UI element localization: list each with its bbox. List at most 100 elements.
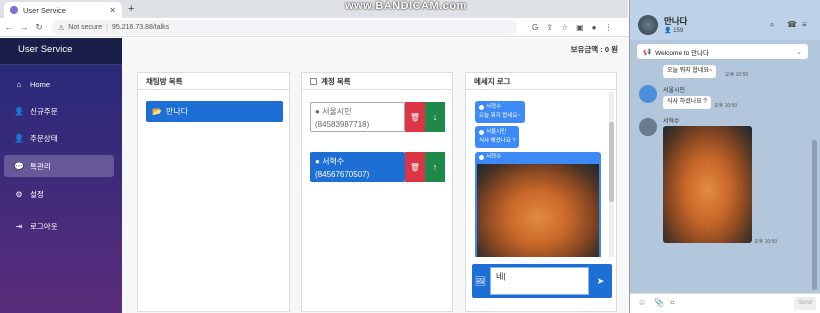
message-time: 오후 10:50 (725, 72, 749, 78)
message-log: 서혁수 오늘 뭐지 합네요~ 서울시민 식사 해셨나요 ? 서혁수 (471, 92, 612, 257)
sidebar-item-label: 주문상태 (30, 133, 58, 143)
message-bubble: 서울시민 식사 해셨나요 ? (475, 126, 520, 148)
main-content: 보유금액 : 0 원 채팅방 목록 📂 만나다 계정 목록 ● 서울시민 (84… (122, 38, 628, 313)
back-icon[interactable]: ← (3, 22, 15, 32)
sidebar: User Service ⌂ Home 👤 신규주문 👤 주문상태 💬 톡관리 … (0, 38, 122, 313)
send-icon: ➤ (596, 275, 605, 286)
sidebar-item-label: 설정 (30, 189, 44, 199)
message-text: 식사 해셨나요 ? (479, 138, 516, 144)
account-item[interactable]: ● 서울시민 (84583987718) 🗑 ↓ (310, 102, 445, 132)
account-name: 서혁수 (322, 157, 345, 166)
emoji-icon[interactable]: ☺ (638, 298, 646, 307)
avatar-icon (479, 105, 484, 110)
room-item[interactable]: 📂 만나다 (146, 101, 283, 122)
close-tab-icon[interactable]: ✕ (109, 6, 116, 15)
chat-icon: 💬 (14, 161, 24, 171)
message-time: 오후 10:50 (714, 103, 738, 109)
toolbar-icons: G ⇪ ☆ ▣ ● ⋮ (532, 20, 613, 35)
account-phone: (84567670507) (315, 170, 370, 179)
send-button[interactable]: ➤ (594, 272, 607, 290)
select-all-checkbox[interactable] (310, 77, 317, 85)
url-bar[interactable]: ⚠ Not secure | 95.216.73.88/talks (52, 20, 517, 35)
sidebar-item-order-status[interactable]: 👤 주문상태 (4, 127, 114, 149)
message-scrollbar[interactable] (609, 92, 614, 257)
share-icon[interactable]: ⇪ (546, 20, 553, 35)
google-icon[interactable]: G (532, 20, 538, 35)
panel-title: 채팅방 목록 (138, 73, 289, 90)
arrow-up-icon: ↑ (432, 162, 438, 172)
home-icon: ⌂ (16, 79, 22, 89)
food-photo[interactable] (477, 164, 599, 257)
chat-header: 만나다 👤 159 ⌕ ☎ ≡ (630, 0, 820, 40)
reload-icon[interactable]: ↻ (33, 22, 45, 33)
chat-message: 식사 하셨나요 ? (663, 96, 711, 109)
panel-title: 계정 목록 (321, 76, 351, 86)
delete-account-button[interactable]: 🗑 (405, 102, 425, 132)
account-info[interactable]: ● 서울시민 (84583987718) (310, 102, 405, 132)
account-avatar-icon: ● (315, 107, 320, 116)
sidebar-item-label: 신규주문 (30, 106, 58, 116)
image-message-header: 서혁수 (477, 152, 504, 163)
send-button[interactable]: Send (794, 297, 816, 310)
message-bubble: 서혁수 오늘 뭐지 합네요~ (475, 101, 525, 123)
room-name: 만나다 (165, 107, 189, 116)
avatar-icon (479, 155, 484, 160)
notice-text: Welcome to 만나다 (655, 49, 710, 57)
sidebar-item-settings[interactable]: ⚙ 설정 (4, 183, 114, 205)
account-info[interactable]: ● 서혁수 (84567670507) (310, 152, 405, 182)
call-icon[interactable]: ☎ (787, 20, 797, 29)
delete-account-button[interactable]: 🗑 (405, 152, 425, 182)
account-phone: (84583987718) (315, 120, 370, 129)
new-tab-button[interactable]: + (128, 2, 134, 16)
member-count: 👤 159 (664, 27, 683, 34)
sidebar-item-home[interactable]: ⌂ Home (4, 73, 114, 95)
balance-text: 보유금액 : 0 원 (570, 45, 618, 54)
move-up-button[interactable]: ↑ (425, 152, 445, 182)
sender-avatar (639, 118, 657, 136)
chevron-down-icon[interactable]: ⌄ (796, 48, 802, 56)
url-text: 95.216.73.88/talks (111, 24, 170, 31)
profile-icon[interactable]: ● (592, 20, 597, 35)
recording-watermark: www.BANDICAM.com (345, 0, 467, 12)
menu-icon[interactable]: ⋮ (605, 20, 613, 35)
url-separator: | (106, 24, 108, 31)
image-icon: 🖼 (474, 275, 487, 286)
crop-icon[interactable]: ⌗ (670, 298, 675, 308)
account-avatar-icon: ● (315, 157, 320, 166)
sidebar-brand: User Service (0, 38, 122, 65)
room-list-panel: 채팅방 목록 📂 만나다 (137, 72, 290, 312)
browser-tab[interactable]: User Service ✕ (4, 2, 122, 18)
attach-icon[interactable]: 📎 (654, 298, 664, 307)
message-input[interactable]: 네| (490, 267, 589, 295)
chat-scrollbar[interactable] (812, 140, 817, 290)
search-icon[interactable]: ⌕ (770, 20, 774, 30)
folder-icon: 📂 (152, 107, 162, 116)
move-down-button[interactable]: ↓ (425, 102, 445, 132)
sidebar-item-talk-management[interactable]: 💬 톡관리 (4, 155, 114, 177)
room-avatar (638, 15, 658, 35)
food-photo[interactable] (663, 126, 752, 243)
arrow-down-icon: ↓ (432, 112, 438, 122)
chat-message: 오늘 뭐지 합네요~ (663, 65, 717, 78)
star-icon[interactable]: ☆ (561, 20, 568, 35)
sidebar-item-logout[interactable]: ⇥ 로그아웃 (4, 215, 114, 237)
scrollbar-thumb[interactable] (609, 122, 614, 202)
sidebar-item-label: 로그아웃 (30, 221, 58, 231)
warning-icon: ⚠ (58, 24, 65, 32)
message-sender: 서혁수 (486, 104, 502, 110)
sidebar-item-new-order[interactable]: 👤 신규주문 (4, 100, 114, 122)
sidepanel-icon[interactable]: ▣ (576, 20, 584, 35)
address-bar-row: ← → ↻ ⚠ Not secure | 95.216.73.88/talks … (0, 18, 628, 37)
notice-bar[interactable]: 📢 Welcome to 만나다 ⌄ (637, 44, 808, 59)
image-upload-button[interactable]: 🖼 (474, 272, 487, 290)
not-secure-label: Not secure (68, 24, 103, 31)
sender-avatar (639, 85, 657, 103)
megaphone-icon: 📢 (643, 48, 652, 56)
sender-name: 서혁수 (663, 119, 680, 125)
forward-icon[interactable]: → (18, 22, 30, 32)
account-item[interactable]: ● 서혁수 (84567670507) 🗑 ↑ (310, 152, 445, 182)
sender-name: 서울시민 (663, 88, 686, 94)
mobile-chat-window: 만나다 👤 159 ⌕ ☎ ≡ 📢 Welcome to 만나다 ⌄ 오늘 뭐지… (629, 0, 820, 313)
menu-icon[interactable]: ≡ (802, 20, 807, 29)
chat-input-bar: ☺ 📎 ⌗ Send (630, 293, 820, 313)
